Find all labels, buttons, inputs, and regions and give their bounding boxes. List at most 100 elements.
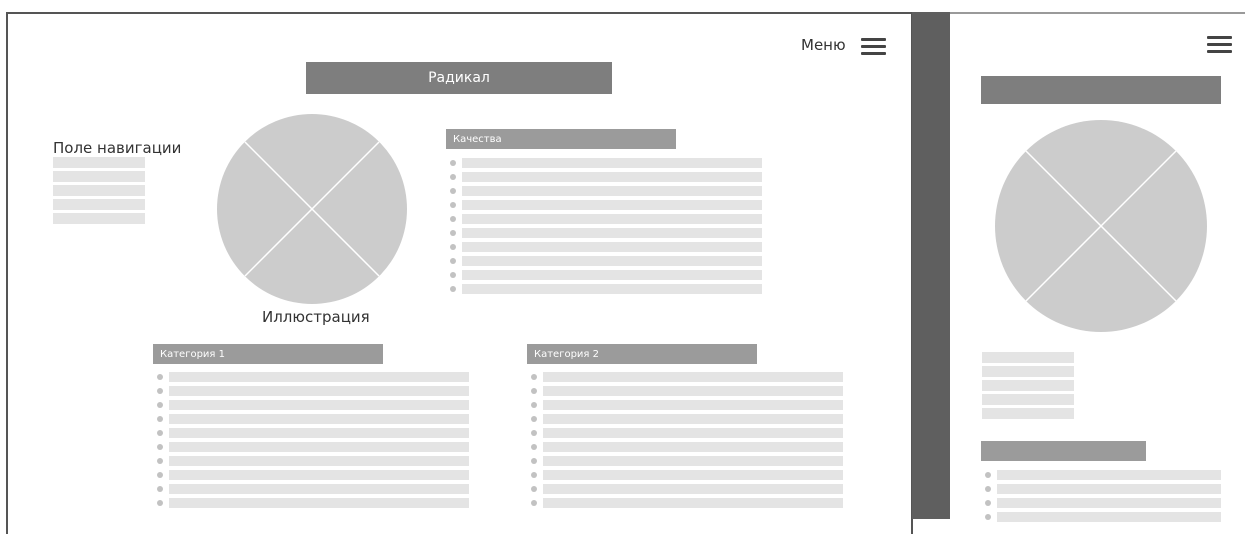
nav-item-placeholder[interactable] bbox=[982, 394, 1074, 405]
list-item bbox=[531, 498, 843, 508]
text-placeholder bbox=[462, 228, 762, 238]
bullet-icon bbox=[985, 500, 991, 506]
text-placeholder bbox=[543, 428, 843, 438]
text-placeholder bbox=[462, 256, 762, 266]
list-item bbox=[531, 428, 843, 438]
list-item bbox=[157, 400, 469, 410]
list-item bbox=[531, 456, 843, 466]
menu-label[interactable]: Меню bbox=[801, 36, 846, 54]
list-item bbox=[450, 158, 762, 168]
bullet-icon bbox=[531, 458, 537, 464]
nav-item-placeholder[interactable] bbox=[53, 171, 145, 182]
list-item bbox=[157, 414, 469, 424]
text-placeholder bbox=[997, 470, 1221, 480]
navigation-list bbox=[982, 352, 1074, 419]
text-placeholder bbox=[462, 270, 762, 280]
bullet-icon bbox=[450, 230, 456, 236]
bullet-icon bbox=[157, 402, 163, 408]
bullet-icon bbox=[157, 444, 163, 450]
category2-header-label: Категория 2 bbox=[534, 348, 599, 360]
list-item bbox=[531, 386, 843, 396]
nav-item-placeholder[interactable] bbox=[53, 157, 145, 168]
list-item bbox=[157, 484, 469, 494]
hamburger-menu-icon[interactable] bbox=[861, 38, 886, 56]
category1-header-label: Категория 1 bbox=[160, 348, 225, 360]
list-item bbox=[531, 414, 843, 424]
bullet-icon bbox=[450, 188, 456, 194]
category2-list bbox=[531, 372, 843, 508]
bullet-icon bbox=[157, 486, 163, 492]
text-placeholder bbox=[169, 456, 469, 466]
navigation-list bbox=[53, 157, 145, 224]
bullet-icon bbox=[157, 416, 163, 422]
page-title-bar: Радикал bbox=[306, 62, 612, 94]
image-placeholder-icon bbox=[217, 114, 407, 304]
bullet-icon bbox=[157, 458, 163, 464]
bullet-icon bbox=[531, 416, 537, 422]
bullet-icon bbox=[531, 472, 537, 478]
nav-item-placeholder[interactable] bbox=[982, 408, 1074, 419]
bullet-icon bbox=[450, 272, 456, 278]
text-placeholder bbox=[997, 484, 1221, 494]
nav-item-placeholder[interactable] bbox=[53, 213, 145, 224]
list-item bbox=[450, 200, 762, 210]
text-placeholder bbox=[997, 512, 1221, 522]
text-placeholder bbox=[169, 498, 469, 508]
text-placeholder bbox=[462, 242, 762, 252]
text-placeholder bbox=[997, 498, 1221, 508]
list-item bbox=[450, 214, 762, 224]
text-placeholder bbox=[462, 186, 762, 196]
hamburger-menu-icon[interactable] bbox=[1207, 36, 1232, 54]
bullet-icon bbox=[157, 388, 163, 394]
bullet-icon bbox=[450, 258, 456, 264]
list-item bbox=[157, 442, 469, 452]
navigation-label: Поле навигации bbox=[53, 139, 182, 157]
bullet-icon bbox=[531, 388, 537, 394]
nav-item-placeholder[interactable] bbox=[53, 199, 145, 210]
bullet-icon bbox=[157, 472, 163, 478]
desktop-wireframe: Меню Радикал Поле навигации Иллюстрация … bbox=[6, 12, 913, 534]
list-item bbox=[450, 228, 762, 238]
list-item bbox=[531, 484, 843, 494]
text-placeholder bbox=[462, 284, 762, 294]
bullet-icon bbox=[985, 472, 991, 478]
page-title-bar bbox=[981, 76, 1221, 104]
category1-header: Категория 1 bbox=[153, 344, 383, 364]
bullet-icon bbox=[531, 430, 537, 436]
bullet-icon bbox=[450, 286, 456, 292]
text-placeholder bbox=[462, 158, 762, 168]
layout-divider bbox=[912, 12, 950, 519]
bullet-icon bbox=[450, 160, 456, 166]
mobile-wireframe bbox=[950, 12, 1245, 522]
nav-item-placeholder[interactable] bbox=[982, 380, 1074, 391]
bullet-icon bbox=[985, 486, 991, 492]
list-item bbox=[157, 372, 469, 382]
list-item bbox=[157, 498, 469, 508]
list-item bbox=[985, 470, 1221, 480]
list-item bbox=[157, 470, 469, 480]
nav-item-placeholder[interactable] bbox=[982, 366, 1074, 377]
text-placeholder bbox=[169, 386, 469, 396]
qualities-header: Качества bbox=[446, 129, 676, 149]
text-placeholder bbox=[543, 470, 843, 480]
bullet-icon bbox=[531, 444, 537, 450]
text-placeholder bbox=[543, 372, 843, 382]
text-placeholder bbox=[543, 484, 843, 494]
bullet-icon bbox=[450, 202, 456, 208]
bullet-icon bbox=[450, 216, 456, 222]
category1-list bbox=[157, 372, 469, 508]
list-item bbox=[157, 386, 469, 396]
text-placeholder bbox=[543, 400, 843, 410]
text-placeholder bbox=[543, 386, 843, 396]
text-placeholder bbox=[462, 214, 762, 224]
list-item bbox=[985, 484, 1221, 494]
mobile-list bbox=[985, 470, 1221, 522]
text-placeholder bbox=[169, 470, 469, 480]
list-item bbox=[450, 242, 762, 252]
text-placeholder bbox=[543, 456, 843, 466]
list-item bbox=[531, 400, 843, 410]
list-item bbox=[985, 498, 1221, 508]
nav-item-placeholder[interactable] bbox=[982, 352, 1074, 363]
nav-item-placeholder[interactable] bbox=[53, 185, 145, 196]
list-item bbox=[450, 270, 762, 280]
